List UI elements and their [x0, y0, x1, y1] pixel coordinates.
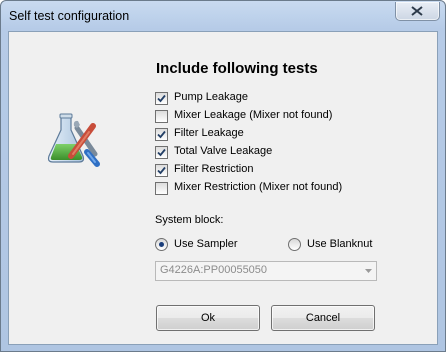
check-icon: [157, 148, 166, 157]
checkbox-label: Mixer Restriction (Mixer not found): [174, 181, 343, 193]
dialog-window: Self test configuration Include followin…: [0, 0, 446, 352]
check-icon: [157, 130, 166, 139]
checkbox-label: Filter Restriction: [174, 163, 254, 175]
checkbox-label: Filter Leakage: [174, 127, 244, 139]
window-title: Self test configuration: [9, 9, 130, 23]
combo-value: G4226A:PP00055050: [160, 264, 268, 276]
chevron-down-icon: [365, 269, 372, 273]
check-icon: [157, 166, 166, 175]
tests-heading: Include following tests: [156, 60, 318, 77]
radio-label: Use Blanknut: [307, 238, 373, 250]
dialog-content: Include following tests Pump Leakage Mix…: [8, 31, 438, 345]
checkbox-label: Total Valve Leakage: [174, 145, 273, 157]
flask-tools-icon: [47, 112, 101, 168]
cancel-button[interactable]: Cancel: [271, 305, 375, 331]
close-button[interactable]: [395, 2, 440, 21]
ok-button[interactable]: Ok: [156, 305, 260, 331]
system-block-label: System block:: [155, 214, 224, 226]
checkbox[interactable]: [155, 128, 168, 141]
check-icon: [157, 94, 166, 103]
checkbox[interactable]: [155, 146, 168, 159]
radio-button[interactable]: [288, 238, 301, 251]
checkbox-label: Mixer Leakage (Mixer not found): [174, 109, 333, 121]
checkbox[interactable]: [155, 110, 168, 123]
radio-label: Use Sampler: [174, 238, 238, 250]
checkbox[interactable]: [155, 164, 168, 177]
close-icon: [411, 6, 423, 16]
checkbox[interactable]: [155, 182, 168, 195]
radio-button[interactable]: [155, 238, 168, 251]
checkbox[interactable]: [155, 92, 168, 105]
title-bar[interactable]: Self test configuration: [1, 1, 445, 32]
system-block-combo[interactable]: G4226A:PP00055050: [155, 261, 377, 281]
checkbox-label: Pump Leakage: [174, 91, 248, 103]
